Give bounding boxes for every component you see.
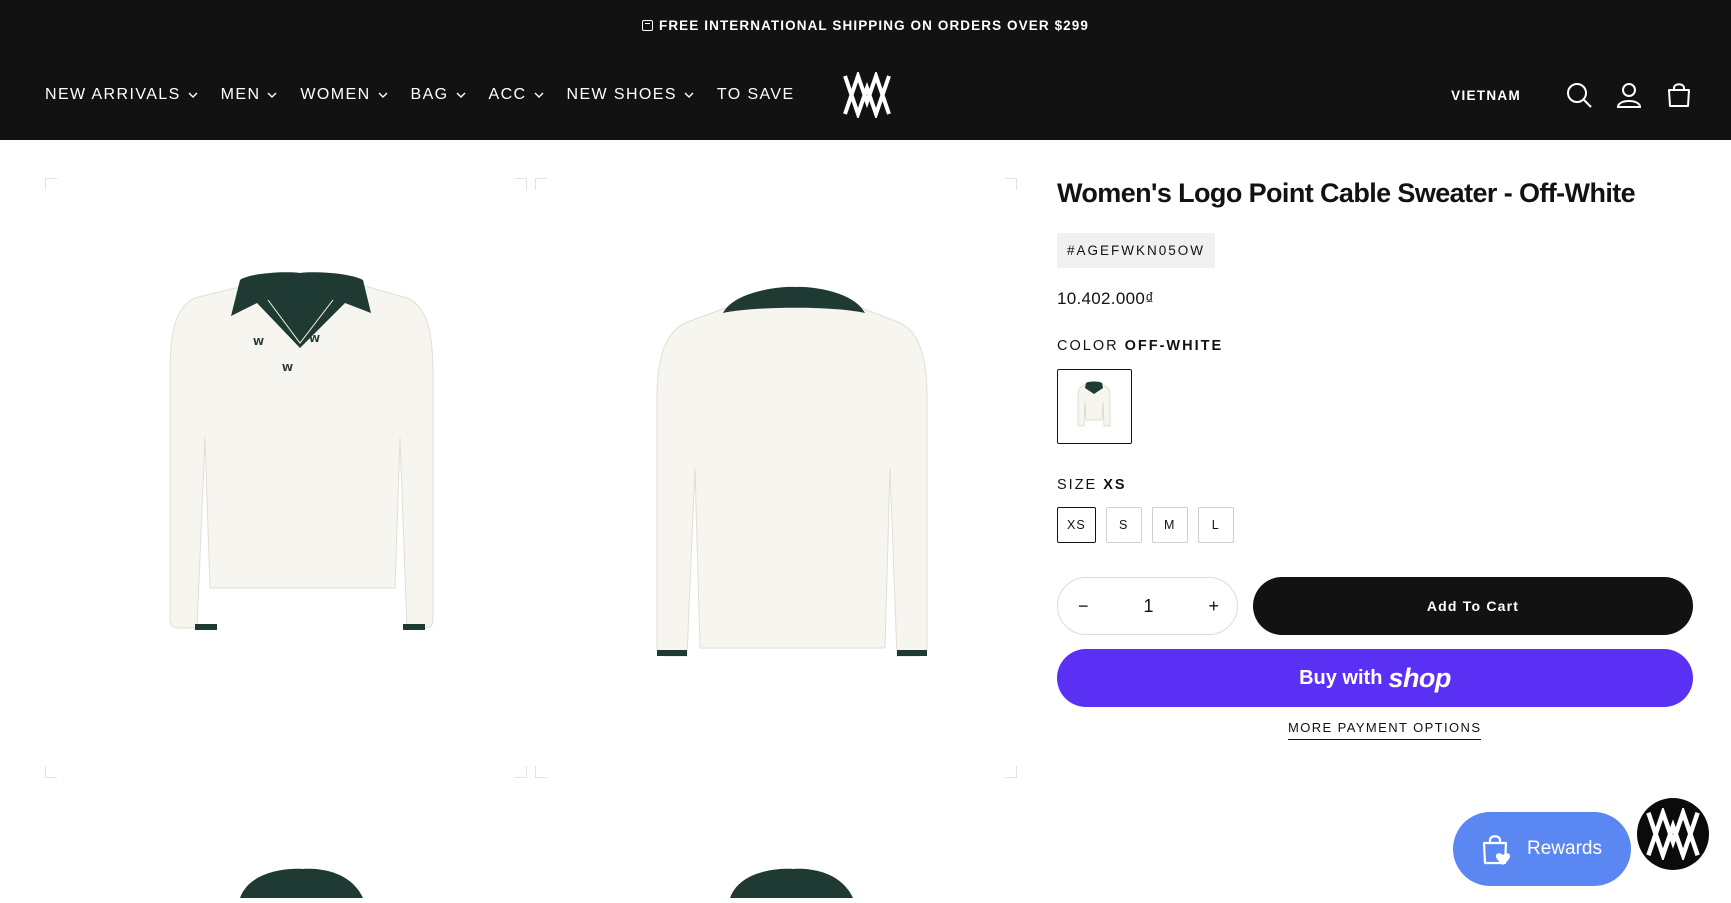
nav-item-acc[interactable]: ACC — [489, 86, 545, 104]
calendar-icon — [641, 19, 653, 31]
plus-icon[interactable]: + — [1208, 596, 1219, 617]
size-value: XS — [1103, 477, 1127, 493]
nav-item-men[interactable]: MEN — [221, 86, 279, 104]
chevron-down-icon — [267, 92, 277, 98]
buy-with-label: Buy with — [1299, 666, 1383, 689]
size-option-s[interactable]: S — [1105, 507, 1142, 543]
svg-text:W: W — [309, 334, 320, 345]
sweater-front-illustration: W W W — [169, 272, 434, 630]
nav-item-new-shoes[interactable]: NEW SHOES — [567, 86, 695, 104]
nav-label: TO SAVE — [716, 86, 795, 103]
size-selector: XS S M L — [1057, 507, 1244, 543]
shopping-bag-heart-icon — [1482, 835, 1510, 865]
image-corner — [45, 178, 57, 190]
sweater-partial-illustration — [240, 868, 363, 898]
add-to-cart-button[interactable]: Add To Cart — [1253, 577, 1693, 635]
main-nav: NEW ARRIVALS MEN WOMEN BAG ACC NEW SHOES… — [45, 50, 817, 140]
product-image-back[interactable] — [535, 178, 1017, 778]
rewards-label: Rewards — [1527, 838, 1602, 859]
chevron-down-icon — [456, 92, 466, 98]
nav-label: NEW SHOES — [566, 86, 677, 103]
nav-item-to-save[interactable]: TO SAVE — [717, 86, 795, 104]
nav-label: WOMEN — [300, 86, 371, 103]
image-corner — [535, 178, 547, 190]
color-value: OFF-WHITE — [1124, 338, 1224, 354]
search-icon[interactable] — [1565, 81, 1593, 109]
product-image-4[interactable] — [535, 790, 1017, 898]
size-option-m[interactable]: M — [1151, 507, 1188, 543]
svg-text:W: W — [253, 337, 264, 348]
color-option-label: COLOR OFF-WHITE — [1057, 338, 1223, 354]
nav-label: NEW ARRIVALS — [45, 86, 181, 103]
size-label: SIZE — [1057, 477, 1098, 493]
sweater-back-illustration — [656, 286, 928, 657]
sweater-partial-illustration — [730, 868, 853, 898]
nav-label: MEN — [220, 86, 261, 103]
rewards-launcher[interactable]: Rewards — [1453, 812, 1631, 886]
announcement-bar: FREE INTERNATIONAL SHIPPING ON ORDERS OV… — [0, 0, 1731, 50]
product-sku: #AGEFWKN05OW — [1057, 233, 1216, 268]
sweater-thumbnail — [1077, 381, 1111, 427]
size-option-label: SIZE XS — [1057, 477, 1127, 493]
account-icon[interactable] — [1615, 81, 1643, 109]
country-selector[interactable]: VIETNAM — [1451, 88, 1521, 103]
nav-label: ACC — [488, 86, 527, 103]
brand-logo-icon — [1646, 808, 1700, 860]
nav-item-new-arrivals[interactable]: NEW ARRIVALS — [45, 86, 199, 104]
product-image-3[interactable] — [45, 790, 527, 898]
image-corner — [1005, 766, 1017, 778]
image-corner — [515, 178, 527, 190]
nav-label: BAG — [410, 86, 449, 103]
quantity-stepper: − 1 + — [1057, 577, 1238, 635]
chevron-down-icon — [684, 92, 694, 98]
announcement-text: FREE INTERNATIONAL SHIPPING ON ORDERS OV… — [658, 17, 1090, 33]
minus-icon[interactable]: − — [1078, 596, 1089, 617]
cart-icon[interactable] — [1665, 81, 1693, 109]
nav-item-bag[interactable]: BAG — [411, 86, 467, 104]
brand-avatar-button[interactable] — [1637, 798, 1709, 870]
chevron-down-icon — [188, 92, 198, 98]
color-swatch-off-white[interactable] — [1057, 369, 1132, 444]
chevron-down-icon — [534, 92, 544, 98]
product-title: Women's Logo Point Cable Sweater - Off-W… — [1057, 178, 1636, 208]
buy-with-shop-button[interactable]: Buy with shop — [1057, 649, 1693, 707]
size-option-l[interactable]: L — [1197, 507, 1234, 543]
brand-logo[interactable] — [842, 72, 892, 118]
header-actions: VIETNAM — [1451, 50, 1693, 140]
image-corner — [1005, 178, 1017, 190]
nav-item-women[interactable]: WOMEN — [300, 86, 388, 104]
more-payment-options-link[interactable]: MORE PAYMENT OPTIONS — [1288, 720, 1482, 740]
image-corner — [45, 766, 57, 778]
product-price: 10.402.000₫ — [1057, 289, 1155, 308]
color-label: COLOR — [1057, 338, 1119, 354]
image-corner — [515, 766, 527, 778]
shop-logo-text: shop — [1388, 662, 1451, 693]
image-corner — [535, 766, 547, 778]
svg-text:W: W — [282, 363, 293, 374]
quantity-value[interactable]: 1 — [1143, 596, 1153, 617]
size-option-xs[interactable]: XS — [1057, 507, 1096, 543]
chevron-down-icon — [378, 92, 388, 98]
product-image-front[interactable]: W W W — [45, 178, 527, 778]
site-header: NEW ARRIVALS MEN WOMEN BAG ACC NEW SHOES… — [0, 50, 1731, 140]
